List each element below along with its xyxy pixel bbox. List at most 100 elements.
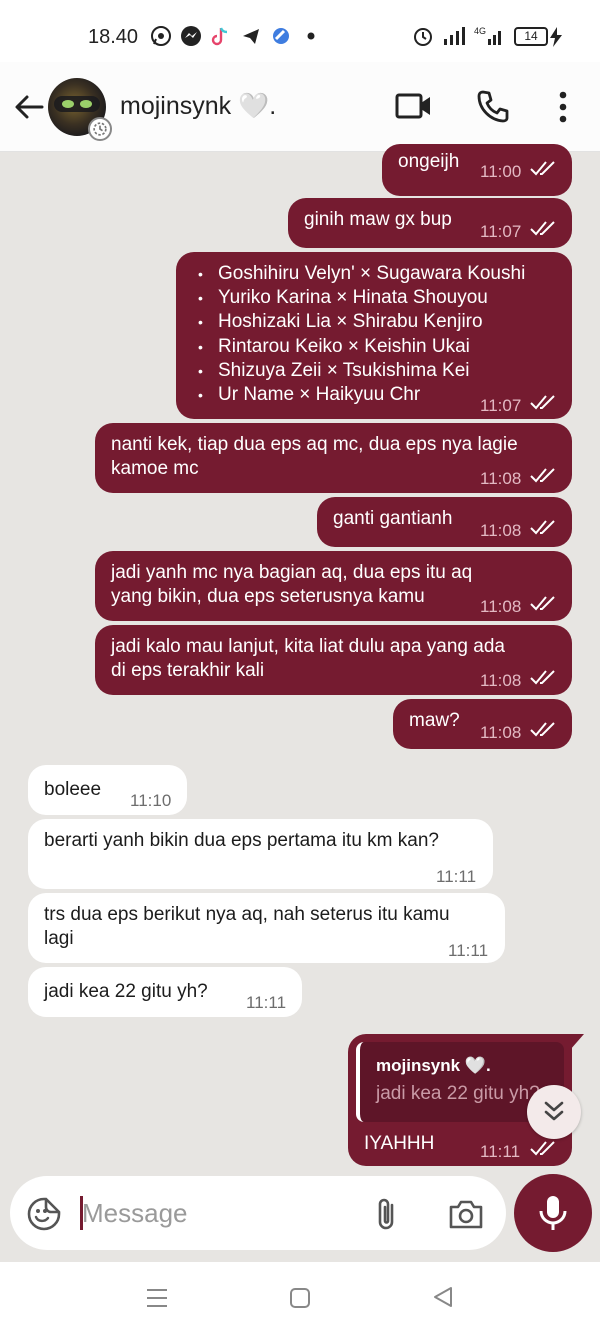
- message-time: 11:08: [480, 469, 522, 488]
- message-text-line: jadi kalo mau lanjut, kita liat dulu apa…: [111, 636, 505, 657]
- message-outgoing[interactable]: jadi yanh mc nya bagian aq, dua eps itu …: [95, 551, 572, 621]
- quoted-sender: mojinsynk 🤍.: [376, 1056, 491, 1075]
- home-icon[interactable]: [288, 1286, 312, 1310]
- back-arrow-icon[interactable]: [12, 90, 46, 124]
- message-text-line: nanti kek, tiap dua eps aq mc, dua eps n…: [111, 434, 518, 455]
- list-item: Yuriko Karina × Hinata Shouyou: [198, 286, 525, 310]
- read-receipt-icon: [530, 670, 555, 685]
- message-time: 11:11: [448, 941, 489, 960]
- app-icon: [270, 25, 292, 47]
- double-chevron-down-icon: [544, 1101, 564, 1121]
- message-text: berarti yanh bikin dua eps pertama itu k…: [44, 830, 439, 851]
- list-item: Rintarou Keiko × Keishin Ukai: [198, 335, 525, 359]
- message-incoming[interactable]: boleee 11:10: [28, 765, 187, 815]
- message-text-line: kamoe mc: [111, 458, 199, 479]
- signal-icon: [442, 25, 466, 52]
- status-timer-icon: [88, 117, 112, 141]
- contact-name[interactable]: mojinsynk 🤍.: [120, 92, 276, 121]
- scroll-to-bottom-button[interactable]: [527, 1085, 581, 1139]
- message-outgoing[interactable]: nanti kek, tiap dua eps aq mc, dua eps n…: [95, 423, 572, 493]
- camera-icon[interactable]: [448, 1198, 484, 1230]
- message-outgoing[interactable]: jadi kalo mau lanjut, kita liat dulu apa…: [95, 625, 572, 695]
- status-bar: 18.40 4G 14: [0, 0, 600, 62]
- message-time: 11:08: [480, 671, 522, 690]
- message-list[interactable]: ongeijh 11:00 ginih maw gx bup 11:07 Gos…: [0, 144, 600, 1172]
- read-receipt-icon: [530, 722, 555, 737]
- message-text: ongeijh: [398, 151, 460, 172]
- message-text-line: jadi yanh mc nya bagian aq, dua eps itu …: [111, 562, 473, 583]
- avatar-eye: [80, 100, 92, 108]
- message-time: 11:08: [480, 723, 522, 742]
- message-time: 11:11: [246, 993, 287, 1012]
- message-incoming[interactable]: trs dua eps berikut nya aq, nah seterus …: [28, 893, 505, 963]
- message-time: 11:00: [480, 162, 522, 181]
- whatsapp-icon: [150, 25, 172, 47]
- message-composer: [10, 1176, 506, 1250]
- more-options-icon[interactable]: [556, 90, 570, 124]
- message-time: 11:10: [130, 791, 172, 810]
- avatar-mask: [54, 96, 100, 112]
- video-call-icon[interactable]: [395, 89, 433, 123]
- message-incoming[interactable]: berarti yanh bikin dua eps pertama itu k…: [28, 819, 493, 889]
- 4g-signal-icon: 4G: [474, 25, 506, 52]
- read-receipt-icon: [530, 161, 555, 176]
- message-time: 11:08: [480, 597, 522, 616]
- message-outgoing[interactable]: ginih maw gx bup 11:07: [288, 198, 572, 248]
- status-right-icons: 4G: [412, 25, 506, 52]
- messenger-icon: [180, 25, 202, 47]
- read-receipt-icon: [530, 520, 555, 535]
- chat-header: mojinsynk 🤍.: [0, 62, 600, 152]
- list-item: Hoshizaki Lia × Shirabu Kenjiro: [198, 310, 525, 334]
- nav-back-icon[interactable]: [431, 1285, 455, 1309]
- message-text-line: trs dua eps berikut nya aq, nah seterus …: [44, 904, 450, 925]
- message-outgoing[interactable]: ongeijh 11:00: [382, 144, 572, 196]
- network-label: 4G: [474, 26, 486, 36]
- telegram-icon: [240, 25, 262, 47]
- message-text: jadi kea 22 gitu yh?: [44, 981, 208, 1002]
- message-text: IYAHHH: [364, 1133, 435, 1154]
- read-receipt-icon: [530, 596, 555, 611]
- charging-icon: [550, 27, 562, 47]
- microphone-icon: [539, 1196, 567, 1230]
- message-time: 11:07: [480, 222, 522, 241]
- sticker-emoji-icon[interactable]: [26, 1196, 62, 1232]
- alarm-icon: [412, 25, 434, 52]
- message-text: ginih maw gx bup: [304, 209, 452, 230]
- notification-icons: [150, 25, 322, 47]
- message-incoming[interactable]: jadi kea 22 gitu yh? 11:11: [28, 967, 302, 1017]
- message-outgoing[interactable]: Goshihiru Velyn' × Sugawara Koushi Yurik…: [176, 252, 572, 419]
- message-time: 11:11: [436, 867, 477, 886]
- list-item: Ur Name × Haikyuu Chr: [198, 383, 525, 407]
- message-outgoing[interactable]: maw? 11:08: [393, 699, 572, 749]
- read-receipt-icon: [530, 468, 555, 483]
- attachment-icon[interactable]: [372, 1196, 402, 1232]
- read-receipt-icon: [530, 395, 555, 410]
- list-item: Goshihiru Velyn' × Sugawara Koushi: [198, 262, 525, 286]
- dot-icon: [300, 25, 322, 47]
- message-time: 11:07: [480, 396, 522, 415]
- system-navigation-bar: [0, 1262, 600, 1333]
- list-item: Shizuya Zeii × Tsukishima Kei: [198, 359, 525, 383]
- recent-apps-icon[interactable]: [145, 1287, 169, 1309]
- message-text-line: di eps terakhir kali: [111, 660, 265, 681]
- message-input[interactable]: [82, 1192, 352, 1234]
- message-list-text: Goshihiru Velyn' × Sugawara Koushi Yurik…: [198, 262, 525, 407]
- bubble-tail: [560, 1034, 584, 1050]
- message-outgoing[interactable]: ganti gantianh 11:08: [317, 497, 572, 547]
- read-receipt-icon: [530, 1141, 555, 1156]
- message-text: maw?: [409, 710, 460, 731]
- tiktok-icon: [210, 25, 232, 47]
- voice-call-icon[interactable]: [476, 89, 510, 123]
- battery-icon: 14: [514, 27, 548, 46]
- message-text-line: lagi: [44, 928, 74, 949]
- message-time: 11:11: [480, 1142, 521, 1161]
- message-text-line: yang bikin, dua eps seterusnya kamu: [111, 586, 425, 607]
- status-time: 18.40: [88, 26, 139, 48]
- message-text: ganti gantianh: [333, 508, 453, 529]
- battery-level: 14: [524, 29, 538, 43]
- voice-record-button[interactable]: [514, 1174, 592, 1252]
- avatar-eye: [62, 100, 74, 108]
- message-time: 11:08: [480, 521, 522, 540]
- message-text: boleee: [44, 779, 102, 800]
- read-receipt-icon: [530, 221, 555, 236]
